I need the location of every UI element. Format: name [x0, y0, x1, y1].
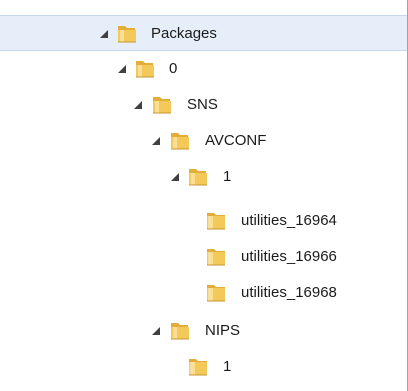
- expanded-triangle-icon[interactable]: [99, 29, 109, 39]
- tree-node-label: utilities_16966: [241, 248, 337, 265]
- expanded-triangle-icon[interactable]: [151, 326, 161, 336]
- tree-node-label: NIPS: [205, 322, 241, 339]
- tree-node-label: Packages: [151, 25, 217, 42]
- folder-open-icon: [118, 26, 136, 43]
- tree-node-label: utilities_16964: [241, 212, 337, 229]
- tree-node-label: AVCONF: [205, 132, 267, 149]
- tree-node-nips[interactable]: NIPS: [0, 313, 407, 349]
- expanded-triangle-icon[interactable]: [170, 172, 180, 182]
- expanded-triangle-icon[interactable]: [117, 64, 127, 74]
- tree-node-utilities-16968[interactable]: utilities_16968: [0, 275, 407, 311]
- tree-node-label: SNS: [187, 96, 218, 113]
- folder-tree: Packages 0 SNS AVCONF 1 utilities_16964 …: [0, 0, 408, 391]
- folder-open-icon: [171, 133, 189, 150]
- tree-node-utilities-16966[interactable]: utilities_16966: [0, 239, 407, 275]
- folder-icon: [207, 249, 225, 266]
- folder-icon: [189, 359, 207, 376]
- expanded-triangle-icon[interactable]: [133, 100, 143, 110]
- tree-node-packages[interactable]: Packages: [0, 15, 407, 51]
- folder-open-icon: [189, 169, 207, 186]
- folder-icon: [207, 285, 225, 302]
- tree-node-label: 1: [223, 358, 232, 375]
- expanded-triangle-icon[interactable]: [151, 136, 161, 146]
- folder-open-icon: [136, 61, 154, 78]
- folder-open-icon: [171, 323, 189, 340]
- tree-node-sns[interactable]: SNS: [0, 87, 407, 123]
- tree-node-1[interactable]: 1: [0, 159, 407, 195]
- tree-node-label: utilities_16968: [241, 284, 337, 301]
- tree-node-label: 1: [223, 168, 232, 185]
- tree-node-utilities-16964[interactable]: utilities_16964: [0, 203, 407, 239]
- folder-open-icon: [153, 97, 171, 114]
- folder-icon: [207, 213, 225, 230]
- tree-node-avconf[interactable]: AVCONF: [0, 123, 407, 159]
- tree-node-0[interactable]: 0: [0, 51, 407, 87]
- tree-node-label: 0: [169, 60, 178, 77]
- tree-node-nips-1[interactable]: 1: [0, 349, 407, 385]
